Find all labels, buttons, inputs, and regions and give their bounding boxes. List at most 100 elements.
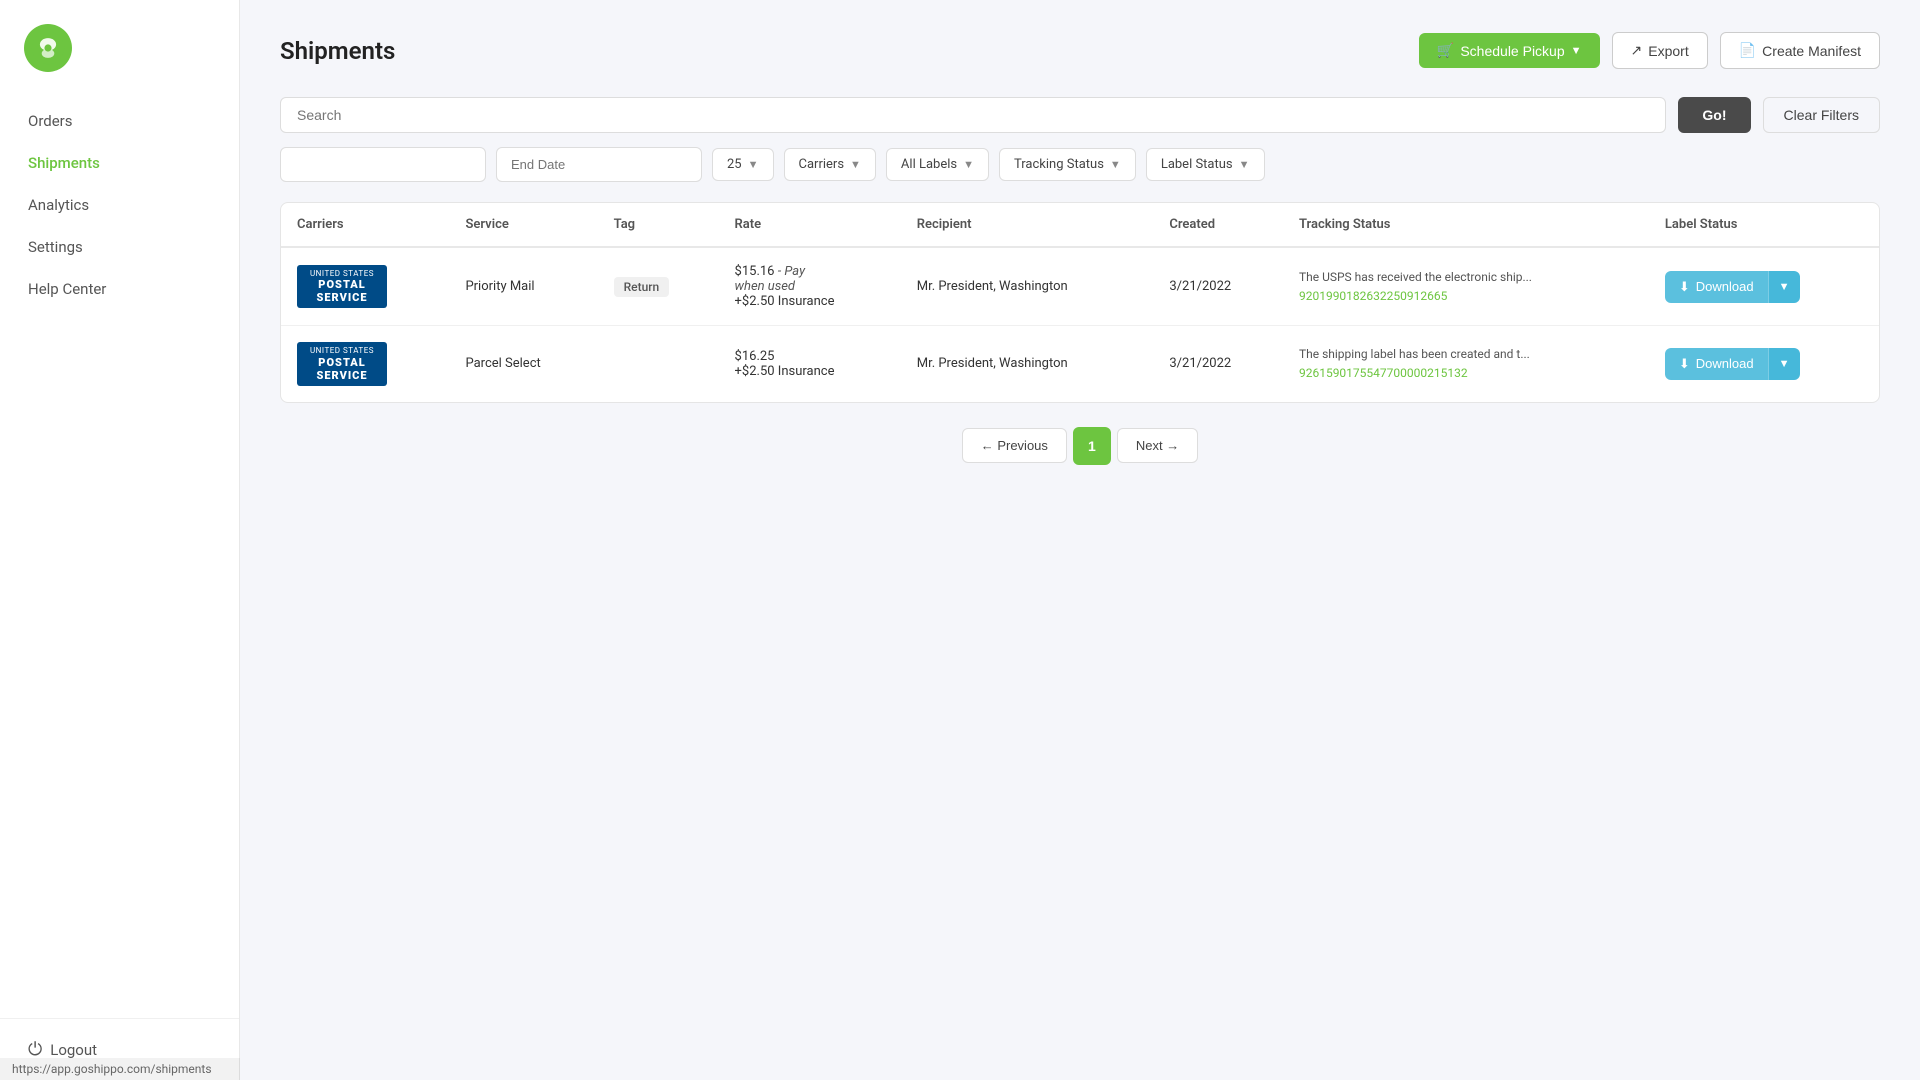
carrier-cell: UNITED STATES POSTAL SERVICE [281, 247, 449, 326]
search-input[interactable] [280, 97, 1666, 133]
filters-row: 2021-12-22 25 ▼ Carriers ▼ All Labels ▼ … [280, 147, 1880, 182]
per-page-chevron-icon: ▼ [748, 158, 759, 171]
label-status-label: Label Status [1161, 157, 1233, 172]
download-dropdown-icon: ▼ [1779, 281, 1790, 293]
rate-insurance: +$2.50 Insurance [735, 364, 835, 379]
status-url: https://app.goshippo.com/shipments [12, 1062, 212, 1076]
tracking-link[interactable]: 9261590175547700000215132 [1299, 366, 1633, 380]
shipments-table-wrapper: Carriers Service Tag Rate Recipient Crea… [280, 202, 1880, 403]
search-row: Go! Clear Filters [280, 97, 1880, 133]
sidebar-item-analytics[interactable]: Analytics [0, 184, 239, 226]
download-button[interactable]: ⬇ Download [1665, 348, 1768, 380]
service-name: Parcel Select [465, 356, 540, 371]
previous-button[interactable]: ← Previous [962, 428, 1067, 463]
label-status-chevron-icon: ▼ [1239, 158, 1250, 171]
all-labels-dropdown[interactable]: All Labels ▼ [886, 148, 989, 181]
next-button[interactable]: Next → [1117, 428, 1198, 463]
start-date-input[interactable]: 2021-12-22 [280, 147, 486, 182]
col-label-status: Label Status [1649, 203, 1879, 247]
shipments-table: Carriers Service Tag Rate Recipient Crea… [281, 203, 1879, 402]
rate-cell: $16.25 +$2.50 Insurance [719, 326, 901, 402]
logo-area [0, 0, 239, 92]
clear-filters-button[interactable]: Clear Filters [1763, 97, 1880, 133]
download-button-group: ⬇ Download ▼ [1665, 271, 1863, 303]
table-row: UNITED STATES POSTAL SERVICE Priority Ma… [281, 247, 1879, 326]
download-label: Download [1696, 356, 1754, 371]
all-labels-label: All Labels [901, 157, 957, 172]
table-row: UNITED STATES POSTAL SERVICE Parcel Sele… [281, 326, 1879, 402]
col-rate: Rate [719, 203, 901, 247]
logout-button[interactable]: ⏻ Logout [28, 1039, 211, 1060]
logout-label: Logout [50, 1041, 97, 1059]
download-icon: ⬇ [1679, 279, 1690, 295]
carriers-dropdown[interactable]: Carriers ▼ [784, 148, 876, 181]
recipient-cell: Mr. President, Washington [901, 326, 1154, 402]
recipient-name: Mr. President, Washington [917, 279, 1068, 294]
col-tag: Tag [598, 203, 719, 247]
col-recipient: Recipient [901, 203, 1154, 247]
download-caret-button[interactable]: ▼ [1768, 271, 1800, 303]
label-status-dropdown[interactable]: Label Status ▼ [1146, 148, 1265, 181]
label-status-cell: ⬇ Download ▼ [1649, 247, 1879, 326]
col-service: Service [449, 203, 597, 247]
export-button[interactable]: ↗ Export [1612, 32, 1708, 69]
create-manifest-button[interactable]: 📄 Create Manifest [1720, 32, 1880, 69]
col-created: Created [1153, 203, 1283, 247]
sidebar-item-shipments[interactable]: Shipments [0, 142, 239, 184]
page-header: Shipments 🛒 Schedule Pickup ▼ ↗ Export 📄… [280, 32, 1880, 69]
tracking-status-dropdown[interactable]: Tracking Status ▼ [999, 148, 1136, 181]
carriers-label: Carriers [799, 157, 845, 172]
tracking-link[interactable]: 9201990182632250912665 [1299, 289, 1633, 303]
page-title: Shipments [280, 37, 395, 65]
created-date: 3/21/2022 [1169, 356, 1231, 371]
recipient-cell: Mr. President, Washington [901, 247, 1154, 326]
download-icon: ⬇ [1679, 356, 1690, 372]
created-cell: 3/21/2022 [1153, 247, 1283, 326]
sidebar: Orders Shipments Analytics Settings Help… [0, 0, 240, 1080]
download-label: Download [1696, 279, 1754, 294]
recipient-name: Mr. President, Washington [917, 356, 1068, 371]
tracking-status-label: Tracking Status [1014, 157, 1104, 172]
go-button[interactable]: Go! [1678, 97, 1750, 133]
carrier-cell: UNITED STATES POSTAL SERVICE [281, 326, 449, 402]
end-date-input[interactable] [496, 147, 702, 182]
header-actions: 🛒 Schedule Pickup ▼ ↗ Export 📄 Create Ma… [1419, 32, 1880, 69]
logout-icon: ⏻ [28, 1039, 42, 1060]
schedule-pickup-button[interactable]: 🛒 Schedule Pickup ▼ [1419, 33, 1600, 68]
schedule-pickup-chevron-icon: ▼ [1571, 45, 1582, 57]
status-bar: https://app.goshippo.com/shipments [0, 1058, 240, 1080]
rate-insurance: +$2.50 Insurance [735, 294, 835, 309]
tracking-text: The shipping label has been created and … [1299, 347, 1530, 361]
export-icon: ↗ [1631, 42, 1643, 59]
page-1-button[interactable]: 1 [1073, 427, 1111, 465]
tracking-text: The USPS has received the electronic shi… [1299, 270, 1532, 284]
download-dropdown-icon: ▼ [1779, 358, 1790, 370]
schedule-pickup-icon: 🛒 [1437, 42, 1454, 59]
download-button[interactable]: ⬇ Download [1665, 271, 1768, 303]
service-cell: Parcel Select [449, 326, 597, 402]
rate-main: $16.25 [735, 349, 775, 364]
tag-badge: Return [614, 277, 670, 297]
col-tracking-status: Tracking Status [1283, 203, 1649, 247]
created-date: 3/21/2022 [1169, 279, 1231, 294]
carriers-chevron-icon: ▼ [850, 158, 861, 171]
download-button-group: ⬇ Download ▼ [1665, 348, 1863, 380]
sidebar-item-help-center[interactable]: Help Center [0, 268, 239, 310]
rate-main: $15.16 [735, 264, 775, 279]
export-label: Export [1648, 43, 1688, 59]
sidebar-item-settings[interactable]: Settings [0, 226, 239, 268]
pagination: ← Previous 1 Next → [280, 427, 1880, 465]
table-header-row: Carriers Service Tag Rate Recipient Crea… [281, 203, 1879, 247]
app-logo [24, 24, 72, 72]
create-manifest-label: Create Manifest [1762, 43, 1861, 59]
usps-logo: UNITED STATES POSTAL SERVICE [297, 342, 433, 386]
sidebar-item-orders[interactable]: Orders [0, 100, 239, 142]
label-status-cell: ⬇ Download ▼ [1649, 326, 1879, 402]
rate-cell: $15.16 - Paywhen used +$2.50 Insurance [719, 247, 901, 326]
created-cell: 3/21/2022 [1153, 326, 1283, 402]
tag-cell: Return [598, 247, 719, 326]
per-page-dropdown[interactable]: 25 ▼ [712, 148, 774, 181]
download-caret-button[interactable]: ▼ [1768, 348, 1800, 380]
service-name: Priority Mail [465, 279, 534, 294]
tracking-status-chevron-icon: ▼ [1110, 158, 1121, 171]
